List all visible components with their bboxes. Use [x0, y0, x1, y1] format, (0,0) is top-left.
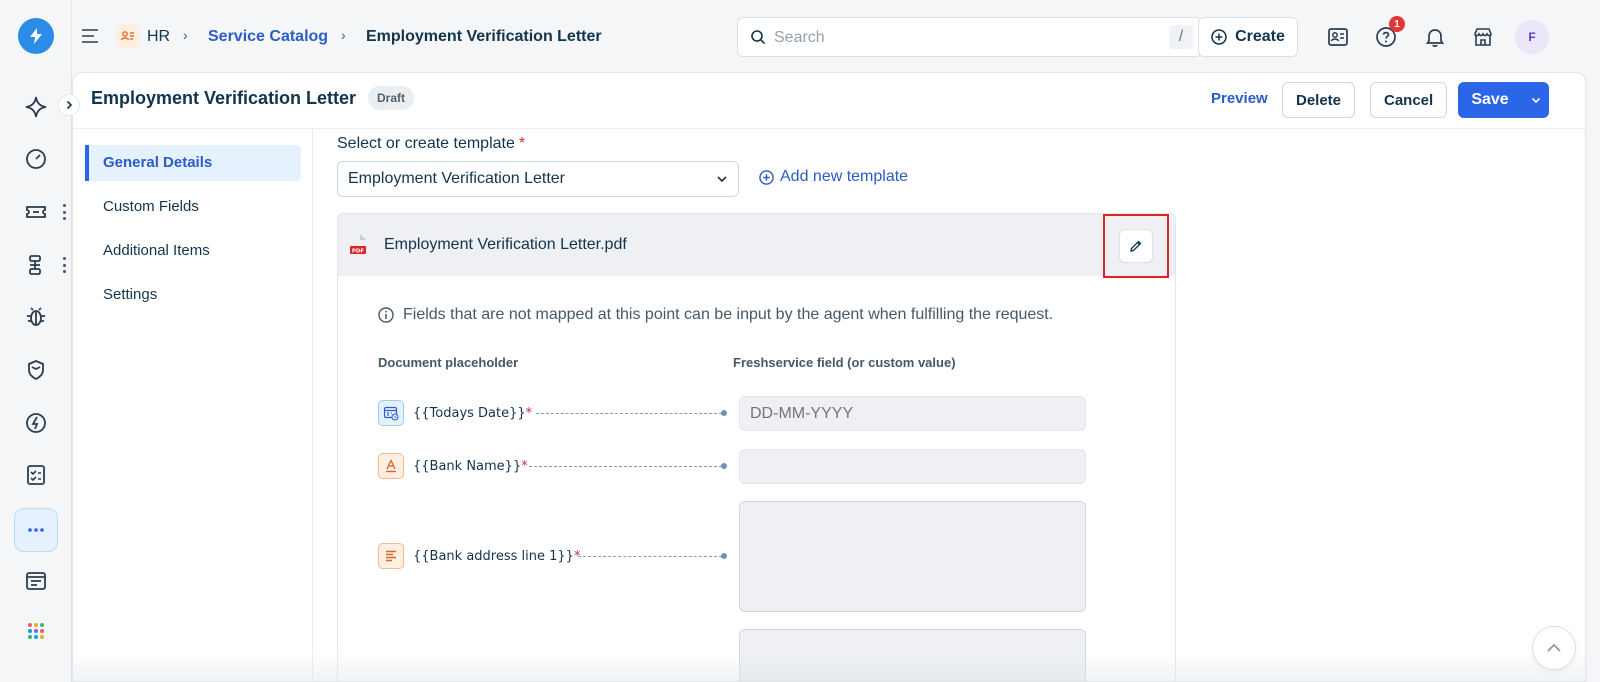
scroll-to-top-button[interactable] [1532, 626, 1576, 670]
mapping-info-text: Fields that are not mapped at this point… [403, 306, 1054, 323]
nav-additional-items[interactable]: Additional Items [85, 233, 301, 269]
required-marker: * [518, 135, 526, 152]
nav-settings[interactable]: Settings [85, 277, 301, 313]
page-header: Employment Verification Letter Draft Pre… [73, 73, 1585, 129]
section-nav: General Details Custom Fields Additional… [73, 129, 313, 681]
cancel-button[interactable]: Cancel [1370, 82, 1448, 118]
chevron-down-icon [717, 176, 727, 183]
mapping-connector-dot [721, 553, 727, 559]
preview-link[interactable]: Preview [1211, 89, 1268, 109]
help-notification-badge: 1 [1389, 16, 1405, 32]
template-field-label: Select or create template * [337, 135, 526, 152]
menu-icon[interactable] [80, 26, 100, 46]
app-grid-icon[interactable] [18, 613, 54, 649]
text-field-icon [378, 453, 404, 479]
top-bar: HR › Service Catalog › Employment Verifi… [72, 0, 1600, 72]
expand-sidebar-button[interactable] [58, 94, 80, 116]
tickets-more-icon[interactable] [60, 204, 68, 220]
placeholder-label: {{Todays Date}}* [413, 405, 533, 421]
more-apps-icon[interactable] [14, 508, 58, 552]
todays-date-input[interactable] [739, 396, 1086, 431]
save-options-dropdown[interactable] [1522, 82, 1549, 118]
template-select[interactable]: Employment Verification Letter [337, 161, 739, 197]
cancel-button-label: Cancel [1384, 91, 1434, 109]
plus-circle-icon [759, 169, 774, 185]
svg-text:PDF: PDF [352, 249, 365, 255]
hr-department-icon [116, 24, 140, 48]
search-shortcut-key: / [1169, 25, 1193, 49]
breadcrumb-hr[interactable]: HR [147, 27, 170, 47]
form-content: Select or create template * Employment Ve… [313, 129, 1585, 681]
info-icon [378, 307, 394, 323]
tasks-icon[interactable] [18, 457, 54, 493]
plus-circle-icon [1211, 29, 1227, 45]
mapping-connector-dot [721, 463, 727, 469]
column-header-placeholder: Document placeholder [378, 355, 519, 370]
mapping-row: {{Bank Name}}* [378, 453, 528, 479]
nav-general-details[interactable]: General Details [85, 145, 301, 181]
bank-address-line-2-input[interactable] [739, 629, 1086, 681]
bank-name-input[interactable] [739, 449, 1086, 484]
workflow-more-icon[interactable] [60, 257, 68, 273]
mapping-row: {{Todays Date}}* [378, 400, 532, 426]
placeholder-label: {{Bank Name}}* [413, 458, 528, 474]
mapping-row: {{Bank address line 1}}* [378, 543, 580, 569]
breadcrumb-service-catalog[interactable]: Service Catalog [208, 27, 328, 47]
mapping-connector-dot [721, 410, 727, 416]
document-file-name: Employment Verification Letter.pdf [384, 236, 627, 253]
chevron-down-icon [1531, 97, 1540, 104]
workflow-icon[interactable] [18, 247, 54, 283]
pdf-file-icon: PDF [350, 234, 366, 255]
document-header: PDF Employment Verification Letter.pdf [338, 214, 1175, 278]
breadcrumb-separator-icon: › [183, 27, 188, 43]
add-new-template-link[interactable]: Add new template [759, 168, 908, 186]
placeholder-label: {{Bank address line 1}}* [413, 548, 581, 564]
search-input[interactable] [774, 27, 1154, 49]
save-button[interactable]: Save [1458, 82, 1549, 118]
nav-custom-fields[interactable]: Custom Fields [85, 189, 301, 225]
mapping-connector [529, 466, 722, 467]
template-select-value: Employment Verification Letter [348, 170, 565, 187]
mapping-connector [536, 413, 722, 414]
mapping-connector [578, 556, 722, 557]
help-icon[interactable]: 1 [1373, 16, 1405, 50]
chevron-right-icon [66, 100, 73, 110]
shield-icon[interactable] [18, 352, 54, 388]
edit-document-button[interactable] [1119, 229, 1153, 263]
freshservice-logo-icon[interactable] [18, 18, 54, 54]
chevron-up-icon [1547, 643, 1561, 652]
breadcrumb-current: Employment Verification Letter [366, 28, 602, 45]
changes-icon[interactable] [18, 405, 54, 441]
bank-address-line-1-input[interactable] [739, 501, 1086, 612]
search-icon [751, 30, 766, 45]
save-button-label: Save [1471, 91, 1509, 108]
dashboard-icon[interactable] [18, 141, 54, 177]
create-button[interactable]: Create [1198, 17, 1298, 57]
create-button-label: Create [1235, 28, 1285, 45]
calendar-icon [378, 400, 404, 426]
breadcrumb-separator-icon: › [341, 27, 346, 43]
freddy-ai-icon[interactable] [18, 89, 54, 125]
mapping-info-note: Fields that are not mapped at this point… [378, 306, 1053, 324]
user-avatar[interactable]: F [1515, 20, 1549, 54]
page-title: Employment Verification Letter [91, 88, 357, 108]
pencil-icon [1130, 240, 1142, 252]
delete-button[interactable]: Delete [1282, 82, 1356, 118]
bell-icon[interactable] [1422, 24, 1448, 50]
tickets-icon[interactable] [18, 194, 54, 230]
paragraph-icon [378, 543, 404, 569]
status-badge: Draft [368, 86, 415, 110]
solutions-icon[interactable] [18, 563, 54, 599]
marketplace-store-icon[interactable] [1470, 24, 1496, 50]
main-panel: Employment Verification Letter Draft Pre… [72, 72, 1586, 682]
delete-button-label: Delete [1296, 91, 1342, 109]
global-search[interactable]: / [737, 17, 1202, 57]
bug-icon[interactable] [18, 299, 54, 335]
add-new-template-label: Add new template [780, 168, 909, 185]
column-header-field: Freshservice field (or custom value) [733, 355, 956, 370]
document-card: PDF Employment Verification Letter.pdf F… [337, 213, 1176, 681]
contacts-card-icon[interactable] [1325, 24, 1351, 50]
